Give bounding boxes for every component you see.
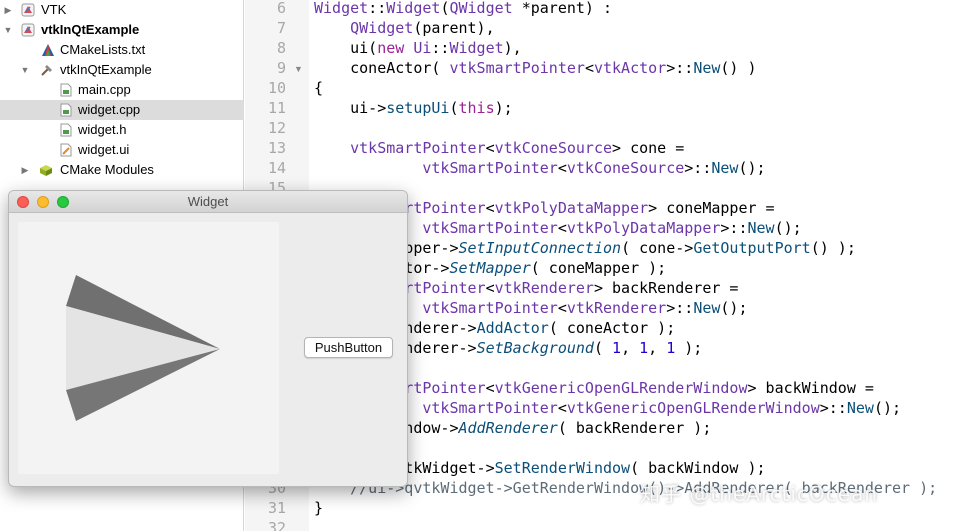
widget-window[interactable]: Widget PushButton: [8, 190, 408, 487]
tree-item-label: CMakeLists.txt: [60, 42, 146, 57]
code-line: ui(new Ui::Widget),: [314, 39, 522, 57]
line-number: 9: [276, 59, 286, 77]
disclosure-expanded-icon[interactable]: ▼: [2, 20, 14, 40]
line-number: 8: [276, 39, 286, 57]
code-line: coneActor( vtkSmartPointer<vtkActor>::Ne…: [314, 59, 757, 77]
tree-item-widget-ui[interactable]: widget.ui: [0, 140, 244, 160]
tree-item-vtkinqtexample-project[interactable]: ▼ vtkInQtExample: [0, 20, 244, 40]
cone-render: [66, 275, 220, 421]
line-number: 13: [267, 139, 286, 157]
code-line: QWidget(parent),: [350, 19, 495, 37]
watermark-text: 知乎 @theArcticOcean: [640, 482, 879, 506]
tree-item-cmake-modules[interactable]: ▶ CMake Modules: [0, 160, 244, 180]
project-icon: [21, 3, 35, 17]
tree-item-label: VTK: [41, 2, 67, 17]
line-number: 31: [267, 499, 286, 517]
vtk-render-view[interactable]: [18, 222, 279, 474]
line-number: 32: [267, 519, 286, 531]
line-number: 14: [267, 159, 286, 177]
code-line: vtkSmartPointer<vtkConeSource>::New();: [422, 159, 766, 177]
disclosure-collapsed-icon[interactable]: ▶: [2, 0, 14, 20]
tree-item-label: vtkInQtExample: [60, 62, 152, 77]
code-line: Widget::Widget(QWidget *parent) :: [314, 0, 613, 17]
cmake-file-icon: [42, 44, 54, 56]
tree-item-widget-cpp[interactable]: widget.cpp: [0, 100, 244, 120]
tree-item-label: widget.h: [78, 122, 127, 137]
tree-item-label: widget.cpp: [78, 102, 141, 117]
build-target-icon: [41, 65, 52, 76]
line-number: 6: [276, 0, 286, 17]
cpp-file-icon: [60, 83, 72, 97]
code-fold-icon[interactable]: ▼: [294, 59, 303, 79]
tree-item-label: vtkInQtExample: [41, 22, 140, 37]
line-number: 12: [267, 119, 286, 137]
line-number: 7: [276, 19, 286, 37]
header-file-icon: [60, 123, 72, 137]
cpp-file-icon: [60, 103, 72, 117]
push-button[interactable]: PushButton: [304, 337, 393, 358]
window-title: Widget: [187, 194, 229, 209]
tree-item-main-cpp[interactable]: main.cpp: [0, 80, 244, 100]
tree-item-label: widget.ui: [78, 142, 130, 157]
project-icon: [21, 23, 35, 37]
window-titlebar[interactable]: Widget: [9, 191, 407, 213]
code-line: }: [314, 499, 324, 517]
cmake-modules-icon: [40, 165, 52, 176]
tree-item-vtkinqtexample-target[interactable]: ▼ vtkInQtExample: [0, 60, 244, 80]
disclosure-collapsed-icon[interactable]: ▶: [19, 160, 31, 180]
code-line: ui->setupUi(this);: [314, 99, 513, 117]
tree-item-widget-h[interactable]: widget.h: [0, 120, 244, 140]
code-line: {: [314, 79, 324, 97]
code-line: vtkSmartPointer<vtkConeSource> cone =: [350, 139, 685, 157]
disclosure-expanded-icon[interactable]: ▼: [19, 60, 31, 80]
tree-item-label: main.cpp: [78, 82, 131, 97]
tree-item-vtk[interactable]: ▶ VTK: [0, 0, 244, 20]
line-number: 11: [267, 99, 286, 117]
line-number: 10: [267, 79, 286, 97]
ui-file-icon: [60, 143, 72, 157]
tree-item-label: CMake Modules: [60, 162, 154, 177]
tree-item-cmakelists[interactable]: CMakeLists.txt: [0, 40, 244, 60]
